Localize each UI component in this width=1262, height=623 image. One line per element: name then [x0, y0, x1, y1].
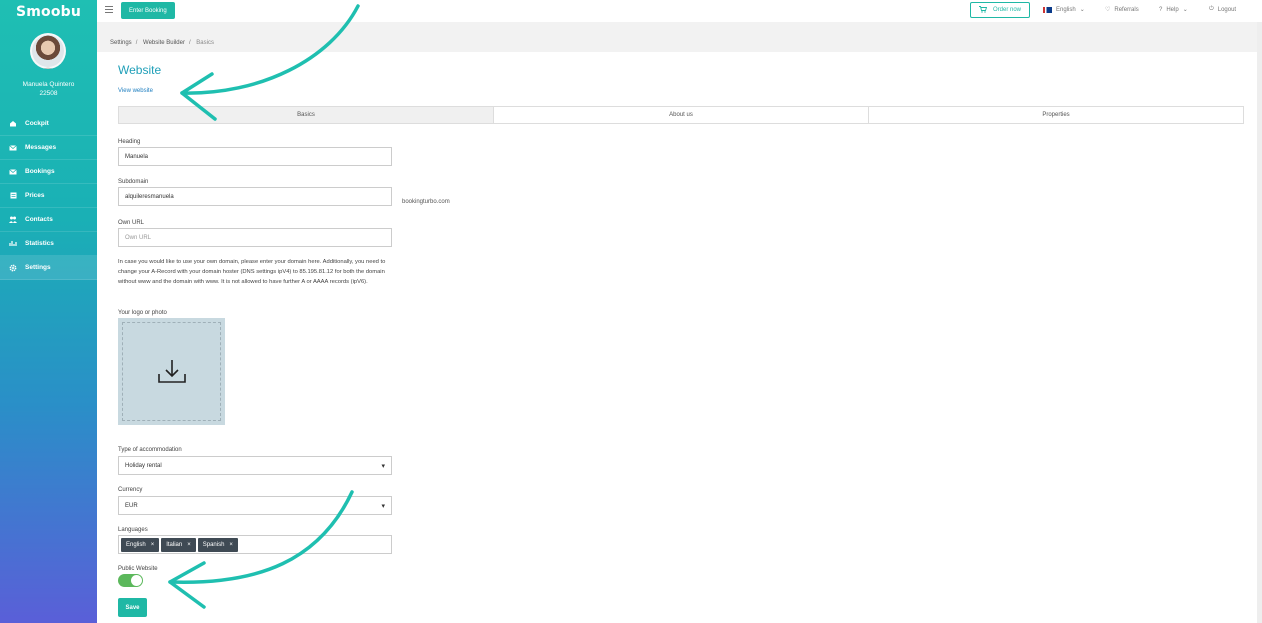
- toggle-knob: [131, 575, 142, 586]
- own-url-label: Own URL: [118, 220, 145, 226]
- subdomain-suffix: bookingturbo.com: [402, 199, 450, 205]
- tab-about-us[interactable]: About us: [494, 107, 869, 123]
- sidebar-item-cockpit[interactable]: Cockpit: [0, 112, 97, 136]
- enter-booking-button[interactable]: Enter Booking: [121, 2, 175, 19]
- close-icon[interactable]: ×: [151, 542, 155, 548]
- language-chip-italian[interactable]: Italian ×: [161, 537, 196, 552]
- user-info: Manuela Quintero 22508: [0, 80, 97, 98]
- subdomain-field[interactable]: alquileresmanuela: [118, 187, 392, 206]
- sidebar-item-messages[interactable]: Messages: [0, 136, 97, 160]
- help-dropdown[interactable]: ? Help ⌄: [1159, 6, 1188, 14]
- breadcrumb-settings[interactable]: Settings: [110, 40, 132, 46]
- close-icon[interactable]: ×: [229, 542, 233, 548]
- breadcrumb: Settings / Website Builder / Basics: [110, 40, 214, 46]
- breadcrumb-current: Basics: [196, 40, 214, 46]
- subdomain-label: Subdomain: [118, 179, 149, 185]
- language-chip-spanish[interactable]: Spanish ×: [197, 537, 238, 552]
- accommodation-label: Type of accommodation: [118, 447, 182, 453]
- close-icon[interactable]: ×: [187, 542, 191, 548]
- sidebar-item-label: Settings: [25, 264, 51, 271]
- language-dropdown[interactable]: English ⌄: [1043, 6, 1085, 13]
- users-icon: [9, 216, 17, 223]
- page-title: Website: [118, 63, 162, 77]
- sidebar-item-label: Bookings: [25, 168, 55, 175]
- sidebar-item-label: Prices: [25, 192, 45, 199]
- sidebar-item-label: Statistics: [25, 240, 54, 247]
- order-now-button[interactable]: Order now: [970, 2, 1030, 18]
- app-logo[interactable]: Smoobu: [0, 0, 97, 23]
- breadcrumb-website-builder[interactable]: Website Builder: [143, 40, 185, 46]
- order-now-label: Order now: [992, 7, 1021, 13]
- download-icon: [157, 358, 187, 386]
- power-icon: ⏻: [1209, 6, 1214, 12]
- referrals-link[interactable]: ♡ Referrals: [1105, 6, 1139, 14]
- currency-label: Currency: [118, 487, 143, 493]
- document-icon: [9, 192, 17, 199]
- tab-properties[interactable]: Properties: [869, 107, 1243, 123]
- view-website-link[interactable]: View website: [118, 88, 153, 94]
- chevron-down-icon: ⌄: [1182, 7, 1188, 13]
- help-label: Help: [1166, 6, 1179, 13]
- chevron-down-icon: ⌄: [1079, 7, 1085, 13]
- caret-down-icon: ▾: [381, 462, 385, 470]
- envelope-icon: [9, 144, 17, 151]
- avatar[interactable]: [30, 33, 66, 69]
- language-chip-english[interactable]: English ×: [121, 537, 160, 552]
- sidebar: Smoobu Manuela Quintero 22508 Cockpit Me…: [0, 0, 97, 623]
- uk-flag-icon: [1043, 6, 1052, 13]
- logo-label: Your logo or photo: [118, 310, 167, 316]
- sidebar-item-settings[interactable]: Settings: [0, 256, 97, 280]
- currency-value: EUR: [125, 502, 138, 509]
- topbar: Enter Booking Order now English ⌄ ♡ Refe…: [97, 0, 1262, 22]
- user-name: Manuela Quintero: [22, 81, 75, 88]
- chip-label: Spanish: [202, 541, 225, 548]
- scrollbar[interactable]: [1257, 22, 1262, 623]
- menu-icon[interactable]: [105, 6, 113, 13]
- logout-label: Logout: [1217, 6, 1237, 13]
- question-icon: ?: [1159, 6, 1163, 13]
- sidebar-item-label: Contacts: [25, 216, 53, 223]
- sidebar-item-statistics[interactable]: Statistics: [0, 232, 97, 256]
- dropzone-inner: [122, 322, 221, 421]
- own-url-field[interactable]: Own URL: [118, 228, 392, 247]
- sidebar-item-label: Messages: [25, 144, 57, 151]
- chip-label: English: [126, 541, 146, 548]
- own-url-help-text: In case you would like to use your own d…: [118, 259, 386, 285]
- sidebar-item-bookings[interactable]: Bookings: [0, 160, 97, 184]
- sidebar-item-label: Cockpit: [25, 120, 49, 127]
- languages-label: Languages: [118, 527, 148, 533]
- bar-chart-icon: [9, 240, 17, 247]
- sidebar-nav: Cockpit Messages Bookings Prices Contact…: [0, 112, 97, 280]
- accommodation-value: Holiday rental: [125, 462, 162, 469]
- sidebar-item-contacts[interactable]: Contacts: [0, 208, 97, 232]
- referrals-label: Referrals: [1114, 6, 1139, 13]
- caret-down-icon: ▾: [381, 502, 385, 510]
- public-website-label: Public Website: [118, 566, 158, 572]
- heart-icon: ♡: [1105, 7, 1111, 13]
- languages-multiselect[interactable]: English × Italian × Spanish ×: [118, 535, 392, 554]
- cart-icon: [978, 5, 988, 15]
- home-icon: [9, 120, 17, 127]
- logout-link[interactable]: ⏻ Logout: [1209, 6, 1236, 13]
- user-id: 22508: [39, 90, 58, 97]
- heading-field[interactable]: Manuela: [118, 147, 392, 166]
- language-label: English: [1056, 6, 1076, 13]
- gear-icon: [9, 264, 17, 271]
- tab-bar: Basics About us Properties: [118, 106, 1244, 124]
- public-website-toggle[interactable]: [118, 574, 143, 587]
- heading-label: Heading: [118, 139, 141, 145]
- tab-basics[interactable]: Basics: [119, 107, 494, 123]
- envelope-icon: [9, 168, 17, 175]
- save-button[interactable]: Save: [118, 598, 147, 617]
- logo-upload-dropzone[interactable]: [118, 318, 225, 425]
- chip-label: Italian: [166, 541, 183, 548]
- sidebar-item-prices[interactable]: Prices: [0, 184, 97, 208]
- accommodation-select[interactable]: Holiday rental ▾: [118, 456, 392, 475]
- currency-select[interactable]: EUR ▾: [118, 496, 392, 515]
